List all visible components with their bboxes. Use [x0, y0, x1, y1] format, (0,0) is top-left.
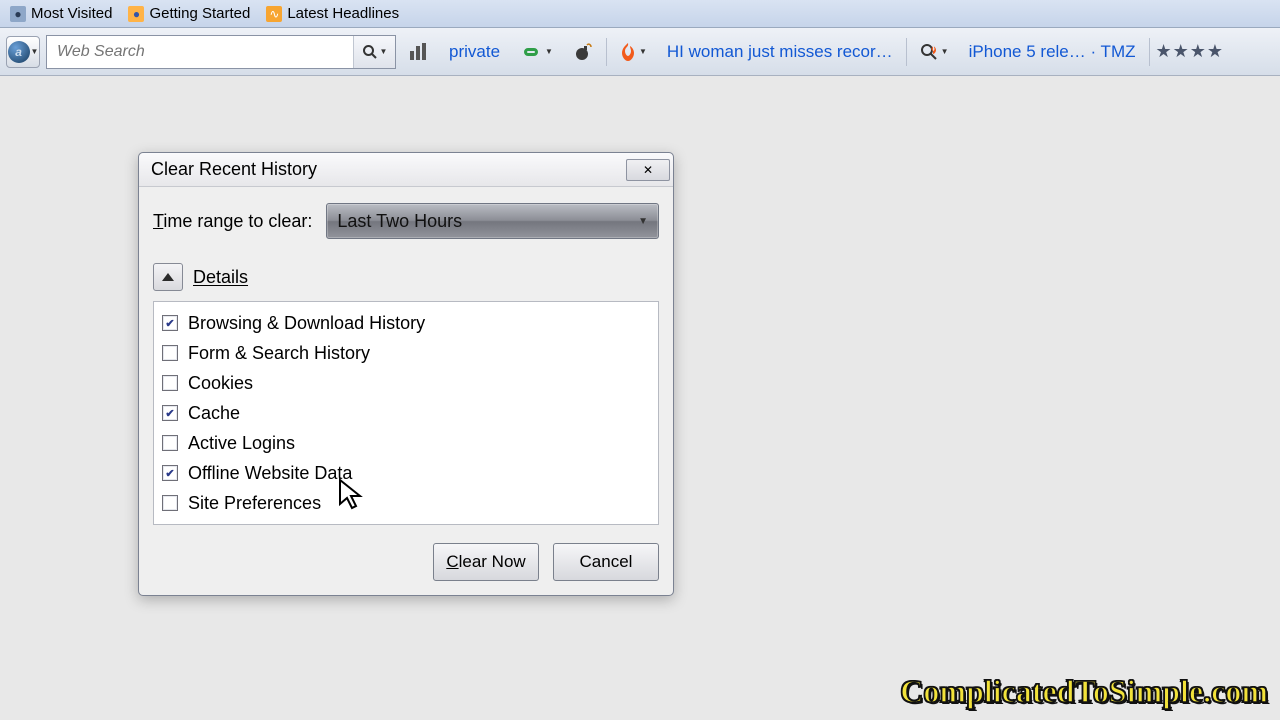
rss-icon: ∿	[266, 6, 282, 22]
time-range-select[interactable]: Last Two Hours ▼	[326, 203, 659, 239]
clear-history-dialog: Clear Recent History ✕ Time range to cle…	[138, 152, 674, 596]
star-icon: ★	[1190, 41, 1206, 62]
clear-now-button[interactable]: Clear Now	[433, 543, 539, 581]
checkbox[interactable]	[162, 375, 178, 391]
bookmark-item[interactable]: ● Getting Started	[122, 3, 256, 24]
rating-stars[interactable]: ★ ★ ★ ★	[1156, 41, 1230, 62]
dialog-title: Clear Recent History	[151, 159, 317, 180]
chevron-down-icon: ▼	[380, 47, 388, 56]
bookmark-label: Getting Started	[149, 5, 250, 22]
star-icon: ★	[1156, 41, 1172, 62]
web-search-box[interactable]: ▼	[46, 35, 396, 69]
bookmark-item[interactable]: ∿ Latest Headlines	[260, 3, 405, 24]
chevron-down-icon: ▼	[941, 47, 949, 56]
toolbar: a ▼ ▼ private ▼ ▼ HI	[0, 28, 1280, 76]
details-label: Details	[193, 267, 248, 288]
history-item-label: Browsing & Download History	[188, 313, 425, 334]
checkbox[interactable]	[162, 465, 178, 481]
bars-icon	[409, 43, 429, 61]
watermark-text: ComplicatedToSimple.com	[900, 673, 1268, 710]
details-items-list: Browsing & Download History Form & Search…	[153, 301, 659, 525]
news-link-1[interactable]: HI woman just misses recor…	[660, 35, 900, 69]
bookmark-label: Most Visited	[31, 5, 112, 22]
chevron-down-icon: ▼	[545, 47, 553, 56]
news-dropdown-1[interactable]: ▼	[613, 35, 654, 69]
chevron-down-icon: ▼	[638, 216, 648, 227]
details-expander[interactable]	[153, 263, 183, 291]
bookmark-item[interactable]: ● Most Visited	[4, 3, 118, 24]
star-icon: ★	[1173, 41, 1189, 62]
cancel-button[interactable]: Cancel	[553, 543, 659, 581]
star-icon: ★	[1207, 41, 1223, 62]
link-button[interactable]: ▼	[513, 35, 560, 69]
checkbox[interactable]	[162, 495, 178, 511]
history-item-row[interactable]: Active Logins	[162, 428, 650, 458]
toolbar-separator	[906, 38, 907, 66]
bomb-icon	[573, 42, 593, 62]
history-item-row[interactable]: Cookies	[162, 368, 650, 398]
bookmark-label: Latest Headlines	[287, 5, 399, 22]
history-item-label: Cache	[188, 403, 240, 424]
stats-button[interactable]	[402, 35, 436, 69]
history-item-row[interactable]: Form & Search History	[162, 338, 650, 368]
chain-link-icon	[520, 44, 542, 60]
firefox-icon: ●	[128, 6, 144, 22]
app-logo-icon: a	[8, 41, 30, 63]
chevron-up-icon	[162, 273, 174, 281]
history-item-label: Site Preferences	[188, 493, 321, 514]
page-icon: ●	[10, 6, 26, 22]
app-menu-button[interactable]: a ▼	[6, 36, 40, 68]
history-item-label: Offline Website Data	[188, 463, 352, 484]
search-input[interactable]	[47, 43, 353, 61]
checkbox[interactable]	[162, 435, 178, 451]
time-range-value: Last Two Hours	[337, 211, 462, 232]
checkbox[interactable]	[162, 345, 178, 361]
toolbar-separator	[1149, 38, 1150, 66]
close-icon: ✕	[643, 163, 653, 177]
flame-icon	[620, 43, 636, 61]
time-range-label: Time range to clear:	[153, 211, 312, 232]
news-dropdown-2[interactable]: ▼	[913, 35, 956, 69]
checkbox[interactable]	[162, 405, 178, 421]
bomb-button[interactable]	[566, 35, 600, 69]
history-item-row[interactable]: Cache	[162, 398, 650, 428]
checkbox[interactable]	[162, 315, 178, 331]
toolbar-separator	[606, 38, 607, 66]
history-item-row[interactable]: Offline Website Data	[162, 458, 650, 488]
history-item-label: Form & Search History	[188, 343, 370, 364]
magnifier-flame-icon	[920, 43, 938, 61]
bookmarks-bar: ● Most Visited ● Getting Started ∿ Latest Hea…	[0, 0, 1280, 28]
history-item-label: Active Logins	[188, 433, 295, 454]
close-button[interactable]: ✕	[626, 159, 670, 181]
private-link[interactable]: private	[442, 35, 507, 69]
magnifier-icon	[362, 44, 378, 60]
news-link-2[interactable]: iPhone 5 rele… · TMZ	[962, 35, 1143, 69]
history-item-row[interactable]: Site Preferences	[162, 488, 650, 518]
dialog-titlebar: Clear Recent History ✕	[139, 153, 673, 187]
chevron-down-icon: ▼	[639, 47, 647, 56]
history-item-row[interactable]: Browsing & Download History	[162, 308, 650, 338]
search-submit-button[interactable]: ▼	[353, 36, 395, 68]
chevron-down-icon: ▼	[31, 47, 39, 56]
history-item-label: Cookies	[188, 373, 253, 394]
